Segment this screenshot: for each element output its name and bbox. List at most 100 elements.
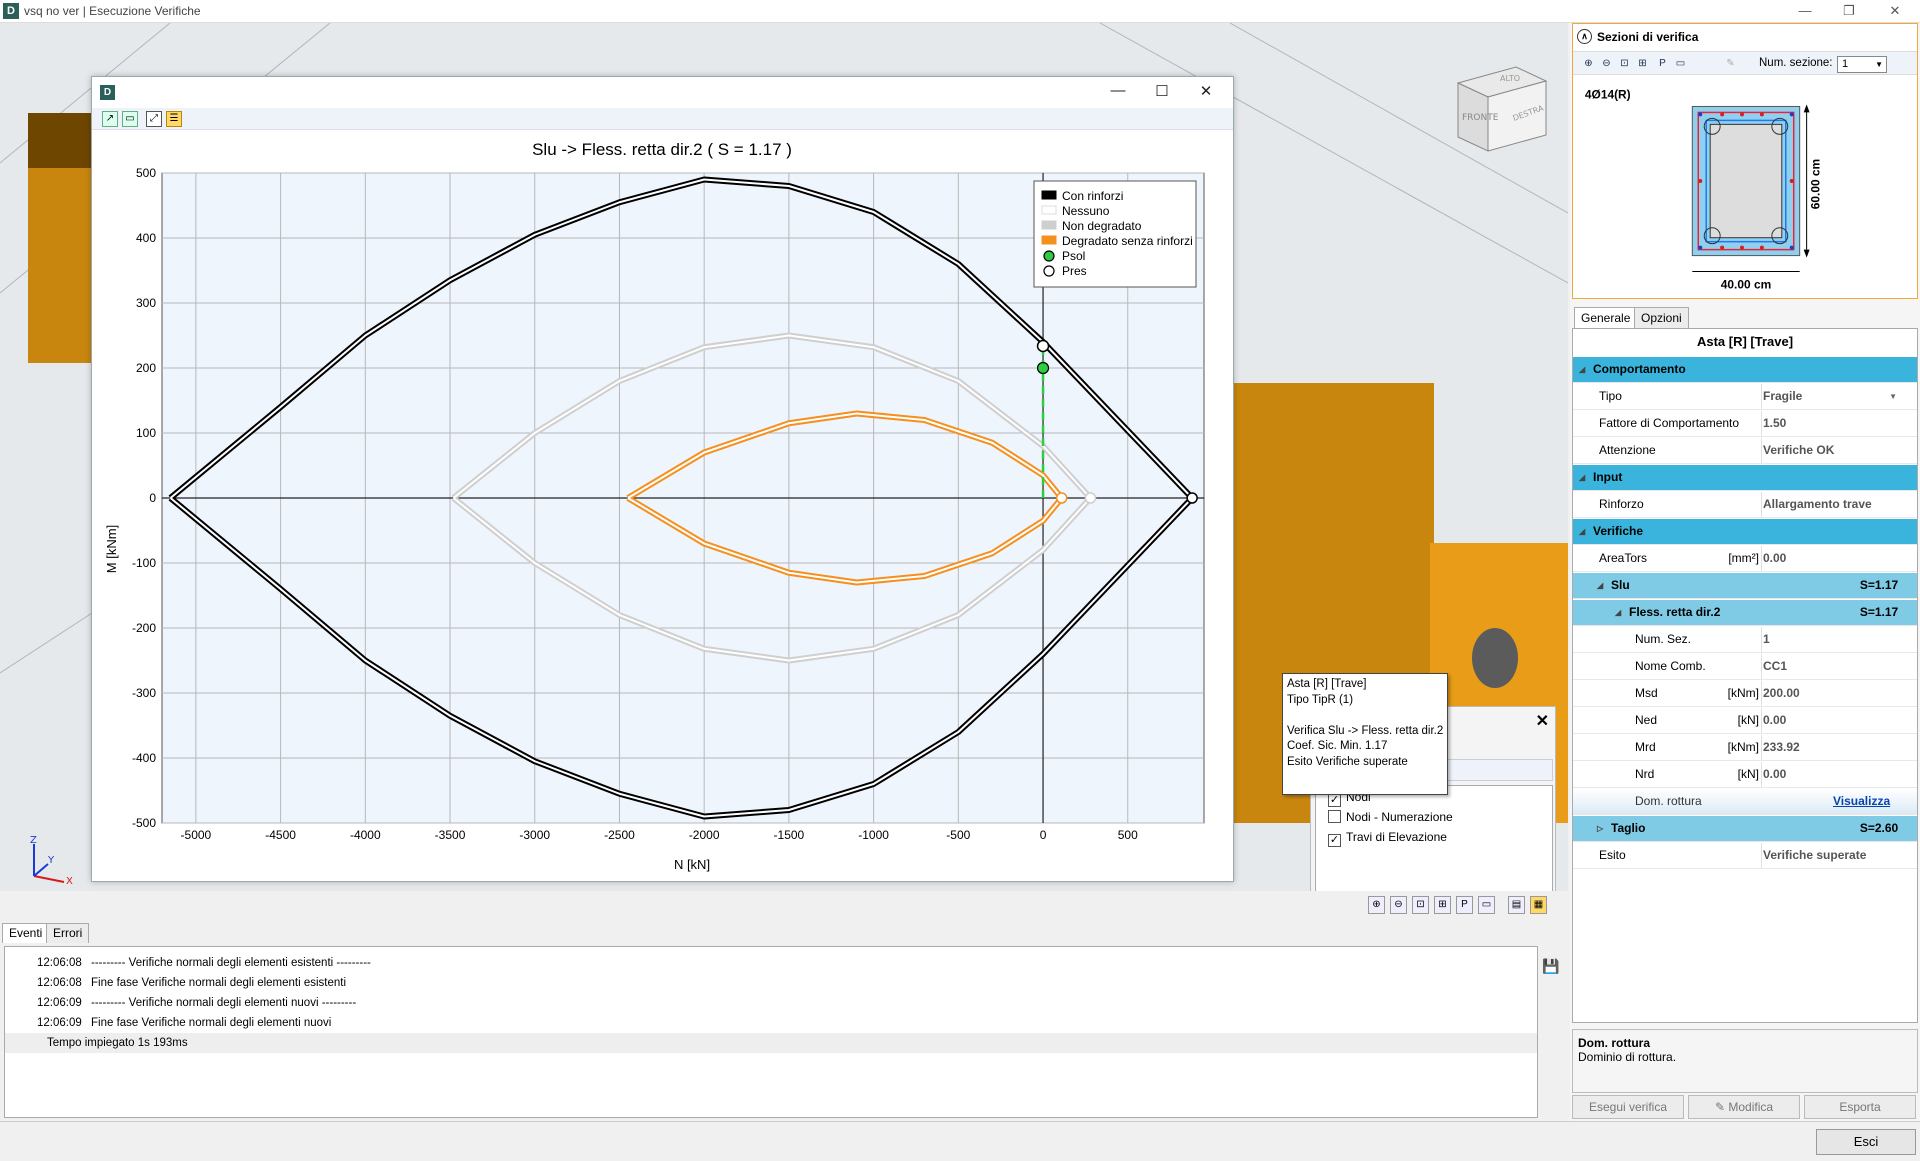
plot-window-icon: D xyxy=(100,85,115,100)
zoom-out-icon[interactable]: ⊖ xyxy=(1390,896,1407,914)
zoom-in-icon[interactable]: ⊕ xyxy=(1368,896,1385,914)
view-cube[interactable]: ALTO FRONTE DESTRA xyxy=(1456,65,1548,153)
y-tick-label: 400 xyxy=(136,231,156,245)
export-icon[interactable]: ↗ xyxy=(102,111,118,127)
esporta-button[interactable]: Esporta xyxy=(1804,1095,1916,1119)
zoom-window-icon[interactable]: ⊡ xyxy=(1617,56,1632,71)
element-tooltip: Asta [R] [Trave] Tipo TipR (1) Verifica … xyxy=(1282,673,1448,795)
tooltip-line: Verifica Slu -> Fless. retta dir.2 xyxy=(1287,724,1444,737)
image-icon[interactable]: ▭ xyxy=(1478,896,1495,914)
legend-swatch xyxy=(1041,205,1057,215)
axes-gizmo: Z Y X xyxy=(30,836,73,886)
legend-label: Nessuno xyxy=(1062,204,1110,218)
legend-swatch xyxy=(1041,235,1057,245)
esegui-verifica-button[interactable]: Esegui verifica xyxy=(1572,1095,1684,1119)
checkbox[interactable] xyxy=(1328,810,1341,823)
exit-button[interactable]: Esci xyxy=(1816,1129,1916,1155)
property-row[interactable]: Tipo Fragile ▼ xyxy=(1573,384,1917,410)
checkbox[interactable]: ✓ xyxy=(1328,834,1341,847)
property-row[interactable]: Rinforzo Allargamento trave xyxy=(1573,492,1917,518)
property-row[interactable]: Esito Verifiche superate xyxy=(1573,843,1917,869)
property-row[interactable]: Num. Sez. 1 xyxy=(1573,627,1917,653)
y-tick-label: 500 xyxy=(136,166,156,180)
layer-item-nodi-numerazione[interactable]: Nodi - Numerazione xyxy=(1328,810,1453,828)
pdf-icon[interactable]: P xyxy=(1655,56,1670,71)
property-row[interactable]: Fattore di Comportamento 1.50 xyxy=(1573,411,1917,437)
tab-generale[interactable]: Generale xyxy=(1574,307,1638,329)
tab-eventi[interactable]: Eventi xyxy=(2,923,50,943)
y-tick-label: 300 xyxy=(136,296,156,310)
chart-title: Slu -> Fless. retta dir.2 ( S = 1.17 ) xyxy=(532,140,792,159)
property-row[interactable]: Ned [kN] 0.00 xyxy=(1573,708,1917,734)
property-row[interactable]: AreaTors [mm²] 0.00 xyxy=(1573,546,1917,572)
group-slu[interactable]: ◢ Slu S=1.17 xyxy=(1573,573,1917,599)
property-row[interactable]: Nrd [kN] 0.00 xyxy=(1573,762,1917,788)
restore-button[interactable]: ❐ xyxy=(1834,2,1864,20)
group-fless-retta[interactable]: ◢ Fless. retta dir.2 S=1.17 xyxy=(1573,600,1917,626)
beam-block-left xyxy=(28,163,92,363)
tooltip-line: Esito Verifiche superate xyxy=(1287,755,1408,768)
plot-maximize-button[interactable]: ☐ xyxy=(1142,82,1182,102)
property-row[interactable]: Nome Comb. CC1 xyxy=(1573,654,1917,680)
pencil-icon[interactable]: ✎ xyxy=(1723,56,1738,71)
psol-point xyxy=(1036,361,1050,375)
minimize-button[interactable]: — xyxy=(1790,2,1820,20)
legend-toggle-icon[interactable]: ☰ xyxy=(166,111,182,127)
status-bar: Esci xyxy=(0,1121,1920,1161)
zoom-in-icon[interactable]: ⊕ xyxy=(1581,56,1596,71)
visualizza-link: Visualizza xyxy=(1833,794,1891,808)
tooltip-line: Asta [R] [Trave] xyxy=(1287,678,1367,690)
legend-label: Psol xyxy=(1062,249,1085,263)
y-tick-label: 100 xyxy=(136,426,156,440)
close-icon[interactable]: ✕ xyxy=(1536,711,1549,731)
window-title: vsq no ver | Esecuzione Verifiche xyxy=(24,4,201,18)
chart: Slu -> Fless. retta dir.2 ( S = 1.17 ) -… xyxy=(104,140,1205,872)
layers-toggle-icon[interactable]: ▦ xyxy=(1530,896,1547,914)
legend-label: Non degradato xyxy=(1062,219,1142,233)
layer-item-travi[interactable]: ✓ Travi di Elevazione xyxy=(1328,830,1447,848)
reinforcement-label: 4Ø14(R) xyxy=(1585,88,1631,102)
app-icon: D xyxy=(3,3,19,19)
x-tick-label: -1500 xyxy=(774,828,805,842)
image-icon[interactable]: ▭ xyxy=(1673,56,1688,71)
pdf-icon[interactable]: P xyxy=(1456,896,1473,914)
tab-errori[interactable]: Errori xyxy=(46,923,90,943)
property-row[interactable]: Attenzione Verifiche OK xyxy=(1573,438,1917,464)
zoom-window-icon[interactable]: ⊡ xyxy=(1412,896,1429,914)
legend-marker xyxy=(1043,265,1055,277)
tab-opzioni[interactable]: Opzioni xyxy=(1634,307,1689,329)
category-input[interactable]: ◢ Input xyxy=(1573,465,1917,491)
zoom-all-icon[interactable]: ⊞ xyxy=(1434,896,1451,914)
plot-minimize-button[interactable]: — xyxy=(1098,82,1138,102)
height-dimension: 60.00 cm xyxy=(1809,159,1823,209)
modifica-button[interactable]: ✎ Modifica xyxy=(1688,1095,1800,1119)
beam-block-left-top xyxy=(28,113,92,168)
zoom-out-icon[interactable]: ⊖ xyxy=(1599,56,1614,71)
collapse-triangle-icon: ◢ xyxy=(1597,581,1604,590)
image-icon[interactable]: ▭ xyxy=(122,111,138,127)
save-icon[interactable]: 💾 xyxy=(1542,958,1559,974)
fit-icon[interactable]: ⤢ xyxy=(146,111,162,127)
plot-window-titlebar: D — ☐ ✕ xyxy=(92,77,1233,107)
category-verifiche[interactable]: ◢ Verifiche xyxy=(1573,519,1917,545)
group-taglio[interactable]: ▷ Taglio S=2.60 xyxy=(1573,816,1917,842)
sections-header[interactable]: ∧ Sezioni di verifica xyxy=(1573,24,1917,50)
3d-viewport[interactable]: ALTO FRONTE DESTRA Z Y X ✕ ✓ Nodi Nodi - … xyxy=(0,23,1568,891)
sections-toolbar: ⊕ ⊖ ⊡ ⊞ P ▭ ✎ Num. sezione: 1 ▼ xyxy=(1573,51,1917,75)
property-grid: Asta [R] [Trave] ◢ Comportamento Tipo Fragi… xyxy=(1572,328,1918,1023)
property-row[interactable]: Msd [kNm] 200.00 xyxy=(1573,681,1917,707)
zoom-all-icon[interactable]: ⊞ xyxy=(1635,56,1650,71)
category-comportamento[interactable]: ◢ Comportamento xyxy=(1573,357,1917,383)
num-sezione-select[interactable]: 1 ▼ xyxy=(1837,56,1887,73)
plot-close-button[interactable]: ✕ xyxy=(1186,82,1226,102)
log-row: 12:06:08 --------- Verifiche normali degl… xyxy=(37,957,371,969)
x-tick-label: -2500 xyxy=(604,828,635,842)
row-dom-rottura[interactable]: Dom. rottura Visualizza xyxy=(1573,789,1917,815)
property-row[interactable]: Mrd [kNm] 233.92 xyxy=(1573,735,1917,761)
event-log: 12:06:08 --------- Verifiche normali degl… xyxy=(4,946,1538,1118)
collapse-icon[interactable]: ∧ xyxy=(1577,29,1592,44)
close-button[interactable]: ✕ xyxy=(1880,2,1910,20)
checkbox[interactable]: ✓ xyxy=(1328,794,1341,807)
pres-point xyxy=(1036,339,1050,353)
layout-icon[interactable]: ▤ xyxy=(1508,896,1525,914)
